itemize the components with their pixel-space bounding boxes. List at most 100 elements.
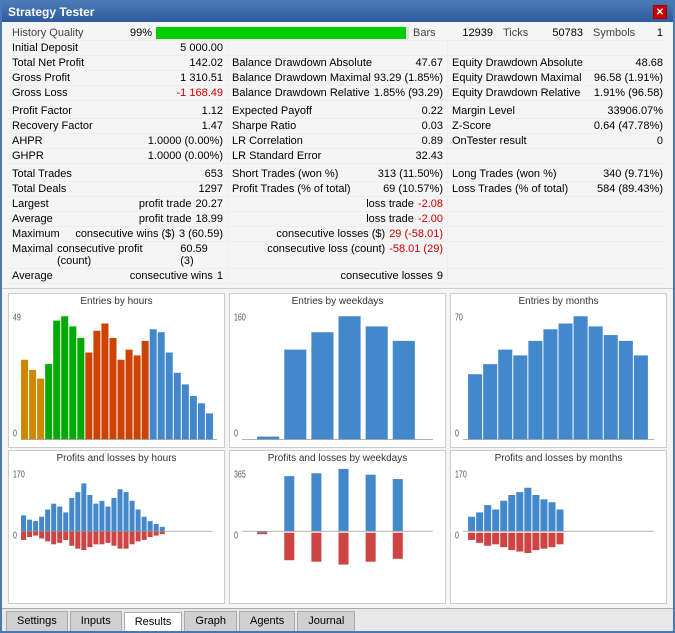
largest-label: Largest — [12, 198, 49, 210]
long-trades-label: Long Trades (won %) — [452, 168, 557, 180]
tab-settings[interactable]: Settings — [6, 611, 68, 631]
equity-drawdown-rel-label: Equity Drawdown Relative — [452, 87, 580, 99]
avg-consec-losses-sublabel: consecutive losses — [341, 270, 433, 282]
gross-profit-cell: Gross Profit 1 310.51 — [8, 71, 228, 85]
equity-drawdown-abs-label: Equity Drawdown Absolute — [452, 57, 583, 69]
avg-consec-wins-value: 1 — [217, 270, 223, 282]
entries-by-months-chart: Entries by months 70 0 — [450, 293, 667, 448]
equity-drawdown-max-label: Equity Drawdown Maximal — [452, 72, 582, 84]
history-quality-row: History Quality 99% Bars 12939 Ticks 507… — [8, 26, 667, 41]
bars-label: Bars — [413, 27, 443, 39]
lr-std-error-value: 32.43 — [415, 150, 443, 162]
tab-bar: Settings Inputs Results Graph Agents Jou… — [2, 608, 673, 631]
tab-agents[interactable]: Agents — [239, 611, 295, 631]
gross-profit-value: 1 310.51 — [180, 72, 223, 84]
profit-trades-value: 69 (10.57%) — [383, 183, 443, 195]
gross-loss-cell: Gross Loss -1 168.49 — [8, 86, 228, 100]
largest-profit-sublabel: profit trade — [139, 198, 192, 210]
maximal-loss-sublabel: consecutive loss (count) — [267, 243, 385, 267]
svg-text:49: 49 — [13, 311, 21, 323]
svg-text:160: 160 — [234, 311, 246, 323]
bottom-charts-row: Profits and losses by hours 170 0 — [8, 450, 667, 605]
short-trades-value: 313 (11.50%) — [378, 168, 443, 180]
loss-trades-value: 584 (89.43%) — [597, 183, 663, 195]
tab-results[interactable]: Results — [124, 612, 183, 631]
pnl-by-hours-chart: Profits and losses by hours 170 0 — [8, 450, 225, 605]
initial-deposit-value: 5 000.00 — [180, 42, 223, 54]
svg-text:0: 0 — [455, 427, 459, 439]
balance-drawdown-abs-label: Balance Drawdown Absolute — [232, 57, 372, 69]
tab-journal[interactable]: Journal — [297, 611, 355, 631]
window-title: Strategy Tester — [8, 5, 94, 19]
gross-loss-label: Gross Loss — [12, 87, 68, 99]
entries-by-hours-area: 49 0 — [11, 309, 222, 440]
close-button[interactable]: ✕ — [653, 5, 667, 19]
bars-value: 12939 — [443, 27, 493, 39]
stats-area: History Quality 99% Bars 12939 Ticks 507… — [2, 22, 673, 289]
entries-by-weekdays-area: 160 0 SunMonTueWedThuFriSat — [232, 309, 443, 440]
svg-text:0: 0 — [234, 529, 238, 541]
pnl-by-months-area: 170 0 — [453, 466, 664, 597]
svg-text:0: 0 — [234, 427, 238, 439]
ahpr-row: AHPR 1.0000 (0.00%) LR Correlation 0.89 … — [8, 134, 667, 149]
pnl-by-weekdays-area: 365 0 — [232, 466, 443, 597]
margin-level-value: 33906.07% — [607, 105, 663, 117]
pnl-by-weekdays-chart: Profits and losses by weekdays 365 0 — [229, 450, 446, 605]
ahpr-value: 1.0000 (0.00%) — [148, 135, 223, 147]
total-deals-value: 1297 — [199, 183, 223, 195]
balance-drawdown-max-value: 93.29 (1.85%) — [374, 72, 443, 84]
maximal-profit-value: 60.59 (3) — [180, 243, 223, 267]
total-deals-row: Total Deals 1297 Profit Trades (% of tot… — [8, 182, 667, 197]
equity-drawdown-abs-value: 48.68 — [635, 57, 663, 69]
total-trades-value: 653 — [205, 168, 223, 180]
net-profit-row: Total Net Profit 142.02 Balance Drawdown… — [8, 56, 667, 71]
balance-drawdown-rel-cell: Balance Drawdown Relative 1.85% (93.29) — [228, 86, 448, 100]
pnl-by-hours-area: 170 0 — [11, 466, 222, 597]
avg-loss-value: -2.00 — [418, 213, 443, 225]
equity-drawdown-abs-cell: Equity Drawdown Absolute 48.68 — [448, 56, 667, 70]
ticks-value: 50783 — [533, 27, 583, 39]
avg-profit-value: 18.99 — [195, 213, 223, 225]
avg-consec-losses-value: 9 — [437, 270, 443, 282]
entries-by-months-title: Entries by months — [453, 296, 664, 309]
ghpr-row: GHPR 1.0000 (0.00%) LR Standard Error 32… — [8, 149, 667, 164]
profit-factor-label: Profit Factor — [12, 105, 72, 117]
average-row: Average profit trade 18.99 loss trade -2… — [8, 212, 667, 227]
max-consec-losses-value: 29 (-58.01) — [389, 228, 443, 240]
gross-loss-value: -1 168.49 — [177, 87, 223, 99]
short-trades-label: Short Trades (won %) — [232, 168, 338, 180]
equity-drawdown-rel-value: 1.91% (96.58) — [594, 87, 663, 99]
avg-consec-wins-sublabel: consecutive wins — [130, 270, 213, 282]
main-content: History Quality 99% Bars 12939 Ticks 507… — [2, 22, 673, 631]
pnl-by-months-title: Profits and losses by months — [453, 453, 664, 466]
sharpe-ratio-label: Sharpe Ratio — [232, 120, 296, 132]
svg-text:0: 0 — [13, 427, 17, 439]
history-quality-fill — [156, 27, 406, 39]
maximal-label: Maximal — [12, 243, 53, 267]
strategy-tester-window: Strategy Tester ✕ History Quality 99% Ba… — [0, 0, 675, 633]
gross-loss-row: Gross Loss -1 168.49 Balance Drawdown Re… — [8, 86, 667, 101]
entries-by-weekdays-title: Entries by weekdays — [232, 296, 443, 309]
tab-inputs[interactable]: Inputs — [70, 611, 122, 631]
balance-drawdown-rel-label: Balance Drawdown Relative — [232, 87, 370, 99]
avg-profit-sublabel: profit trade — [139, 213, 192, 225]
lr-correlation-value: 0.89 — [422, 135, 443, 147]
recovery-factor-row: Recovery Factor 1.47 Sharpe Ratio 0.03 Z… — [8, 119, 667, 134]
empty-cell-1 — [228, 41, 448, 55]
entries-by-hours-svg: 49 0 — [11, 309, 222, 440]
maximal-profit-sublabel: consecutive profit (count) — [57, 243, 176, 267]
ghpr-label: GHPR — [12, 150, 44, 162]
top-charts-row: Entries by hours 49 0 — [8, 293, 667, 448]
lr-correlation-label: LR Correlation — [232, 135, 303, 147]
tab-graph[interactable]: Graph — [184, 611, 237, 631]
initial-deposit-cell: Initial Deposit 5 000.00 — [8, 41, 228, 55]
svg-text:70: 70 — [455, 311, 463, 323]
average-label: Average — [12, 213, 53, 225]
loss-trades-label: Loss Trades (% of total) — [452, 183, 568, 195]
recovery-factor-label: Recovery Factor — [12, 120, 93, 132]
svg-text:170: 170 — [455, 468, 467, 480]
symbols-value: 1 — [643, 27, 663, 39]
balance-drawdown-max-label: Balance Drawdown Maximal — [232, 72, 371, 84]
balance-drawdown-abs-value: 47.67 — [415, 57, 443, 69]
entries-months-svg: 70 0 — [453, 309, 664, 440]
